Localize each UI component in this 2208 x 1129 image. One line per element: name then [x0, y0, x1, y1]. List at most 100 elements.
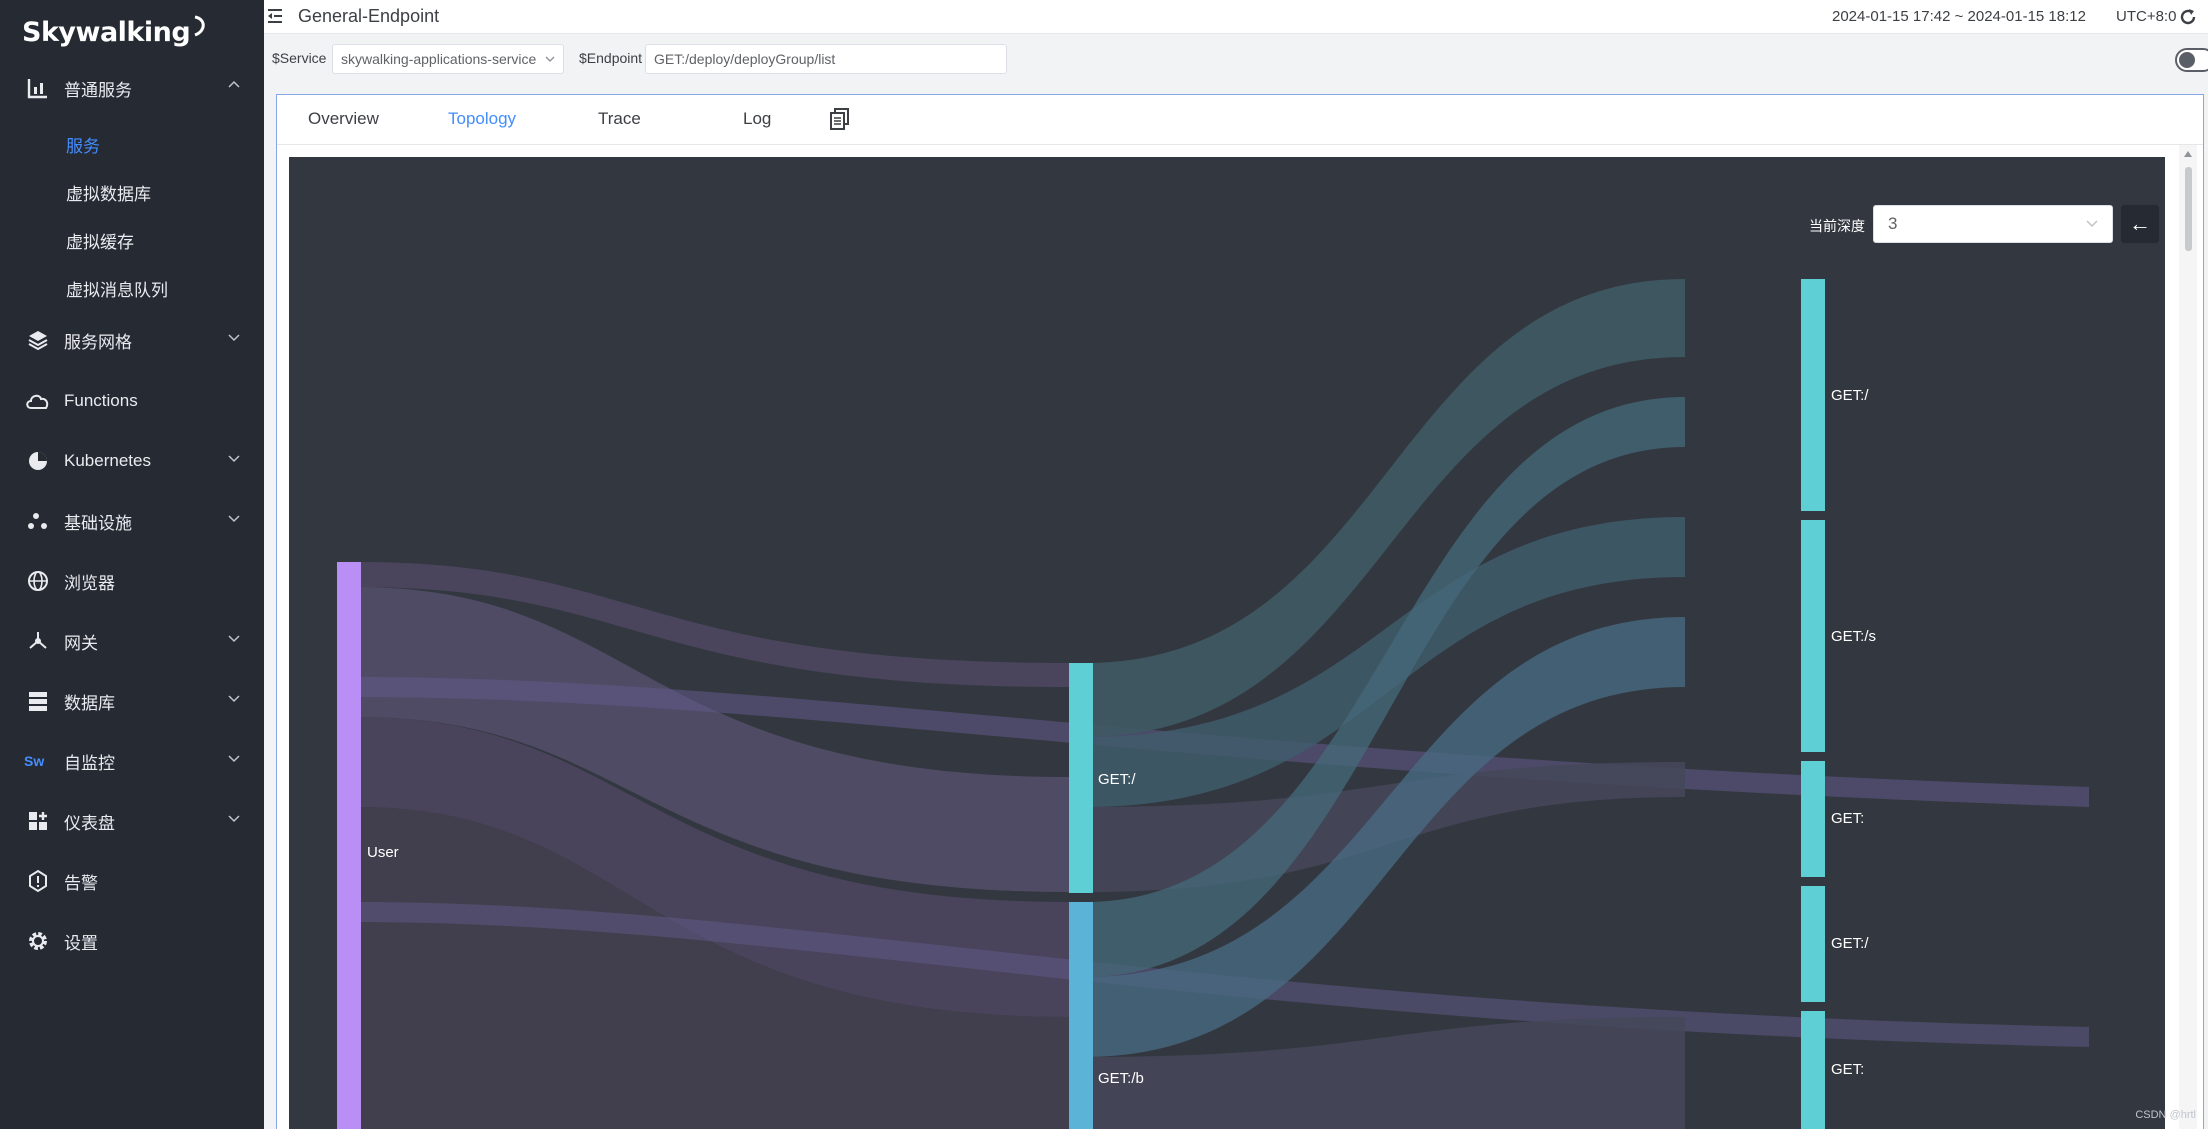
node-mid-1[interactable] [1069, 663, 1093, 893]
chevron-down-icon [228, 515, 240, 523]
menu-functions[interactable]: Functions [0, 379, 264, 423]
top-bar: General-Endpoint 2024-01-15 17:42 ~ 2024… [264, 0, 2208, 34]
menu-fold-icon[interactable] [266, 7, 284, 25]
node-label-right-2: GET:/s [1831, 628, 1876, 645]
layers-icon [24, 326, 52, 354]
tab-trace[interactable]: Trace [598, 109, 641, 129]
menu-database[interactable]: 数据库 [0, 679, 264, 723]
chevron-down-icon [545, 56, 555, 62]
service-label: $Service [272, 50, 327, 66]
menu-alarm[interactable]: 告警 [0, 859, 264, 903]
menu-label: 普通服务 [64, 80, 132, 100]
node-right-2[interactable] [1801, 520, 1825, 752]
node-user[interactable] [337, 562, 361, 1129]
endpoint-label: $Endpoint [579, 50, 643, 66]
dashboard-icon [24, 807, 52, 835]
node-right-4[interactable] [1801, 886, 1825, 1002]
chevron-down-icon [228, 455, 240, 463]
submenu-virtual-database[interactable]: 虚拟数据库 [66, 180, 151, 205]
node-label-right-4: GET:/ [1831, 935, 1869, 952]
menu-self-observability[interactable]: Sw 自监控 [0, 739, 264, 783]
menu-label: Functions [64, 391, 138, 410]
gear-icon [24, 927, 52, 955]
sidebar: Skywalking 普通服务 服务 虚拟数据库 虚拟缓存 虚拟消息队列 服务网… [0, 0, 264, 1129]
node-label-right-3: GET: [1831, 810, 1864, 827]
dots-icon [24, 507, 52, 535]
endpoint-select[interactable]: GET:/deploy/deployGroup/list [645, 44, 1007, 74]
skywalking-logo[interactable]: Skywalking [22, 12, 208, 52]
tab-topology[interactable]: Topology [448, 109, 516, 129]
menu-label: 数据库 [64, 693, 115, 713]
vertical-scrollbar[interactable] [2179, 145, 2197, 1129]
scroll-up-arrow[interactable] [2184, 151, 2192, 157]
logo-arc-icon [194, 15, 205, 37]
globe-icon [24, 567, 52, 595]
menu-general-service[interactable]: 普通服务 [0, 66, 264, 110]
menu-service-mesh[interactable]: 服务网格 [0, 318, 264, 362]
toggle-knob [2179, 52, 2195, 68]
bar-chart-icon [24, 74, 52, 102]
chevron-down-icon [228, 635, 240, 643]
submenu-virtual-mq[interactable]: 虚拟消息队列 [66, 276, 168, 301]
pie-icon [24, 447, 52, 475]
scroll-thumb[interactable] [2185, 167, 2192, 251]
node-label-user: User [367, 844, 399, 861]
depth-select[interactable]: 3 [1873, 205, 2113, 243]
menu-label: 基础设施 [64, 513, 132, 533]
menu-settings[interactable]: 设置 [0, 919, 264, 963]
node-label-mid-1: GET:/ [1098, 771, 1136, 788]
menu-label: 自监控 [64, 753, 115, 773]
chevron-down-icon [228, 695, 240, 703]
menu-label: 仪表盘 [64, 813, 115, 833]
refresh-icon[interactable] [2178, 7, 2198, 27]
gateway-icon [24, 627, 52, 655]
alarm-icon [24, 867, 52, 895]
tab-bar: Overview Topology Trace Log [277, 95, 2203, 145]
menu-label: Kubernetes [64, 451, 151, 470]
time-range-picker[interactable]: 2024-01-15 17:42 ~ 2024-01-15 18:12 [1832, 8, 2086, 25]
svg-text:Sw: Sw [24, 753, 44, 769]
chevron-down-icon [228, 815, 240, 823]
page-title: General-Endpoint [298, 6, 440, 26]
submenu-virtual-cache[interactable]: 虚拟缓存 [66, 228, 134, 253]
chevron-up-icon [228, 80, 240, 88]
chevron-down-icon [228, 334, 240, 342]
timezone-label: UTC+8:0 [2116, 8, 2177, 25]
theme-toggle[interactable] [2175, 48, 2208, 72]
logo-text: Skywalking [22, 16, 191, 48]
database-icon [24, 687, 52, 715]
chevron-down-icon [2086, 220, 2098, 228]
watermark: CSDN @hrtl [2135, 1109, 2196, 1121]
node-right-1[interactable] [1801, 279, 1825, 511]
depth-value: 3 [1888, 214, 1898, 233]
endpoint-value: GET:/deploy/deployGroup/list [654, 51, 836, 67]
node-right-5[interactable] [1801, 1011, 1825, 1129]
node-mid-2[interactable] [1069, 902, 1093, 1129]
submenu-service[interactable]: 服务 [66, 132, 100, 157]
tab-overview[interactable]: Overview [308, 109, 379, 129]
menu-kubernetes[interactable]: Kubernetes [0, 439, 264, 483]
back-button[interactable]: ← [2121, 205, 2159, 243]
node-label-right-5: GET: [1831, 1061, 1864, 1078]
cloud-icon [24, 387, 52, 415]
copy-icon[interactable] [830, 108, 850, 130]
menu-gateway[interactable]: 网关 [0, 619, 264, 663]
topology-graph[interactable]: User GET:/ GET:/b GET:/ GET:/s GET: GET:… [289, 157, 2165, 1129]
menu-label: 服务网格 [64, 332, 132, 352]
menu-infrastructure[interactable]: 基础设施 [0, 499, 264, 543]
tab-log[interactable]: Log [743, 109, 771, 129]
service-value: skywalking-applications-service [341, 51, 537, 67]
node-label-mid-2: GET:/b [1098, 1070, 1144, 1087]
menu-label: 浏览器 [64, 573, 115, 593]
node-right-3[interactable] [1801, 761, 1825, 877]
node-label-right-1: GET:/ [1831, 387, 1869, 404]
service-select[interactable]: skywalking-applications-service [332, 44, 564, 74]
widget-panel: Overview Topology Trace Log User GET:/ G… [276, 94, 2204, 1129]
menu-browser[interactable]: 浏览器 [0, 559, 264, 603]
selector-bar: $Service skywalking-applications-service… [264, 34, 2208, 92]
sw-icon: Sw [24, 747, 52, 775]
sankey-diagram: User GET:/ GET:/b GET:/ GET:/s GET: GET:… [337, 279, 2089, 1129]
depth-label: 当前深度 [1809, 218, 1865, 234]
menu-dashboard[interactable]: 仪表盘 [0, 799, 264, 843]
menu-label: 网关 [64, 633, 98, 653]
